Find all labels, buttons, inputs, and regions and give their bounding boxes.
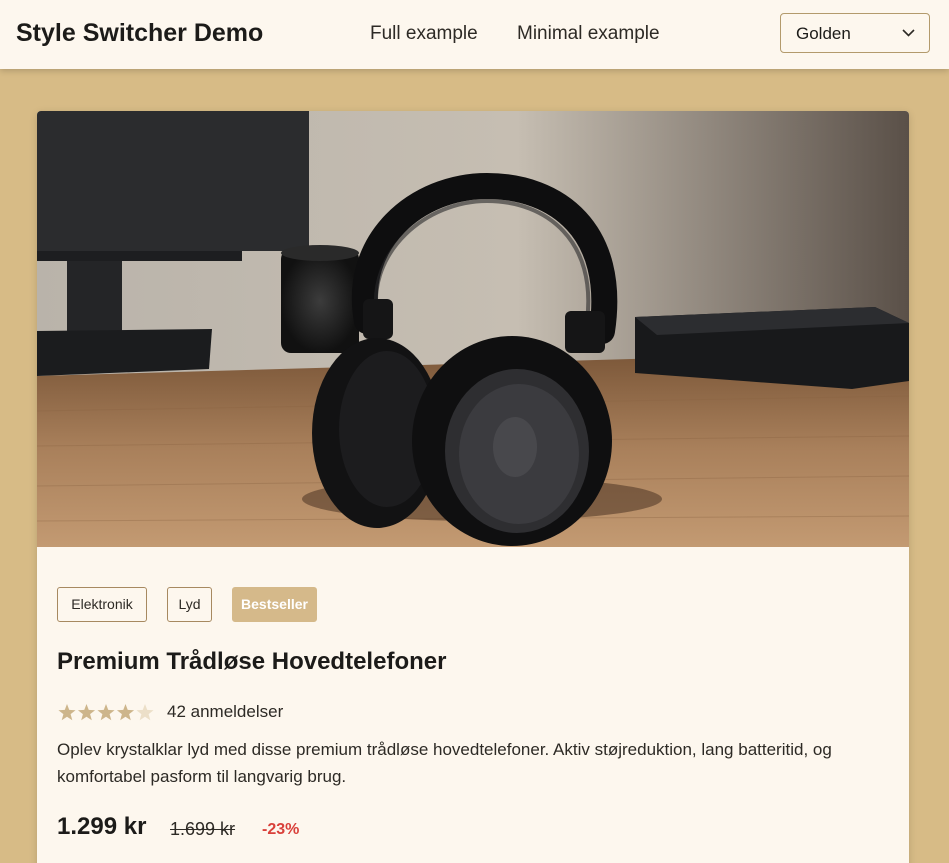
chevron-down-icon (902, 29, 915, 37)
star-icon (58, 704, 76, 721)
tag-lyd[interactable]: Lyd (167, 587, 212, 622)
tag-bestseller[interactable]: Bestseller (232, 587, 317, 622)
style-select-value: Golden (796, 24, 851, 43)
original-price: 1.699 kr (170, 819, 236, 839)
discount-badge: -23% (262, 821, 300, 838)
nav-link-minimal-example[interactable]: Minimal example (517, 23, 660, 45)
nav-link-full-example[interactable]: Full example (370, 23, 478, 45)
star-icon (97, 704, 115, 721)
current-price: 1.299 kr (57, 813, 147, 840)
star-icon (136, 704, 154, 721)
product-image (37, 111, 909, 547)
product-card: Elektronik Lyd Bestseller Premium Trådlø… (37, 111, 909, 863)
product-title: Premium Trådløse Hovedtelefoner (57, 648, 447, 675)
review-count[interactable]: 42 anmeldelser (167, 702, 283, 722)
star-icon (116, 704, 135, 721)
rating-stars (58, 704, 154, 721)
star-icon (77, 704, 96, 721)
app-title: Style Switcher Demo (16, 19, 264, 47)
product-description: Oplev krystalklar lyd med disse premium … (57, 740, 832, 786)
tag-elektronik[interactable]: Elektronik (57, 587, 147, 622)
style-select[interactable]: Golden (780, 13, 930, 53)
top-bar: Style Switcher Demo Full example Minimal… (0, 0, 949, 69)
